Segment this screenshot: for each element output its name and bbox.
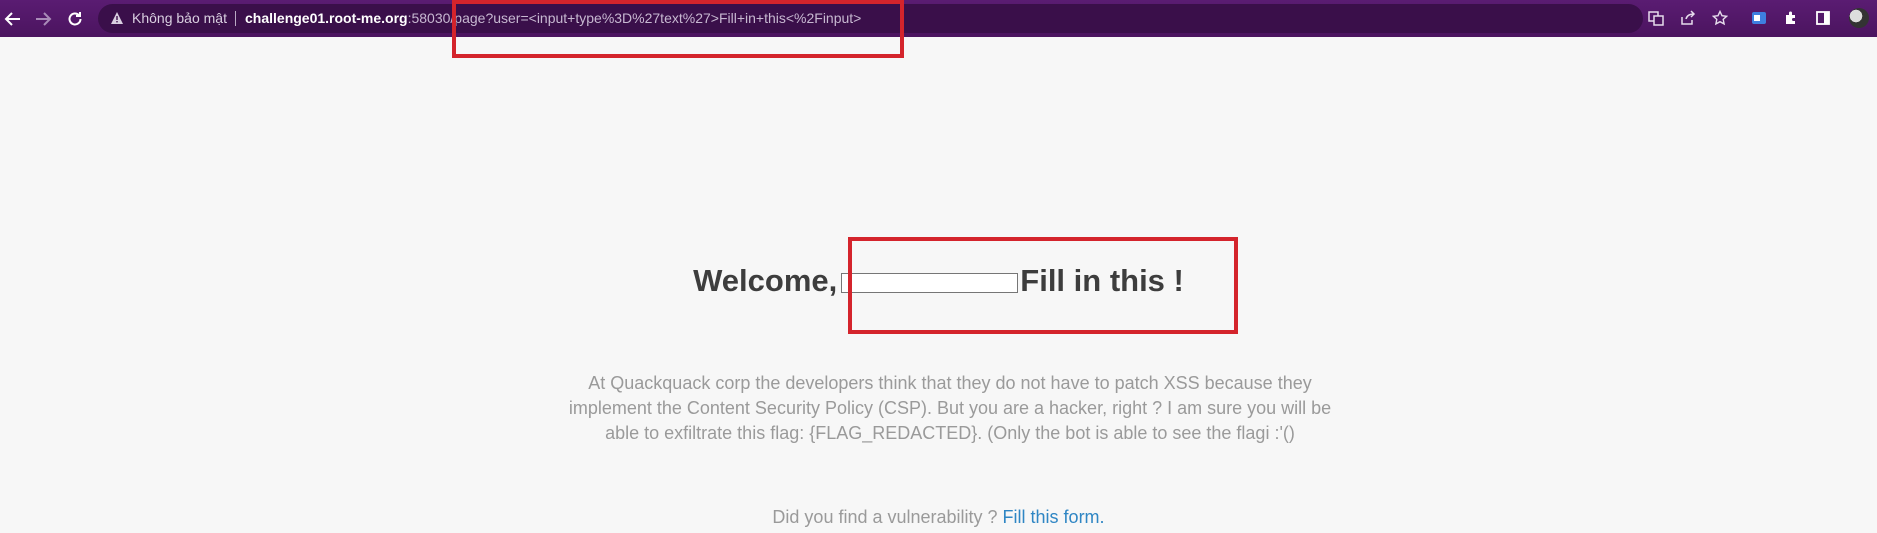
url-highlight-box	[452, 0, 904, 58]
back-icon[interactable]	[0, 6, 26, 32]
security-status-label[interactable]: Không bảo mật	[132, 10, 227, 26]
url-host: challenge01.root-me.org	[245, 10, 408, 26]
browser-toolbar: Không bảo mật challenge01.root-me.org:58…	[0, 0, 1877, 37]
star-icon[interactable]	[1709, 7, 1731, 29]
sidepanel-icon[interactable]	[1812, 7, 1834, 29]
puzzle-icon[interactable]	[1780, 7, 1802, 29]
description-text: At Quackquack corp the developers think …	[568, 373, 1332, 443]
footer-text: Did you find a vulnerability ?	[772, 507, 1003, 527]
extension-icon[interactable]	[1748, 7, 1770, 29]
footer: Did you find a vulnerability ? Fill this…	[0, 507, 1877, 528]
forward-icon[interactable]	[30, 6, 56, 32]
profile-avatar[interactable]	[1849, 8, 1869, 28]
share-icon[interactable]	[1677, 7, 1699, 29]
warning-icon	[110, 11, 124, 30]
reload-icon[interactable]	[62, 6, 88, 32]
welcome-prefix: Welcome,	[693, 263, 838, 298]
translate-icon[interactable]	[1645, 7, 1667, 29]
fill-form-link[interactable]: Fill this form.	[1003, 507, 1105, 527]
input-highlight-box	[848, 237, 1238, 334]
omnibox-divider	[235, 11, 236, 26]
